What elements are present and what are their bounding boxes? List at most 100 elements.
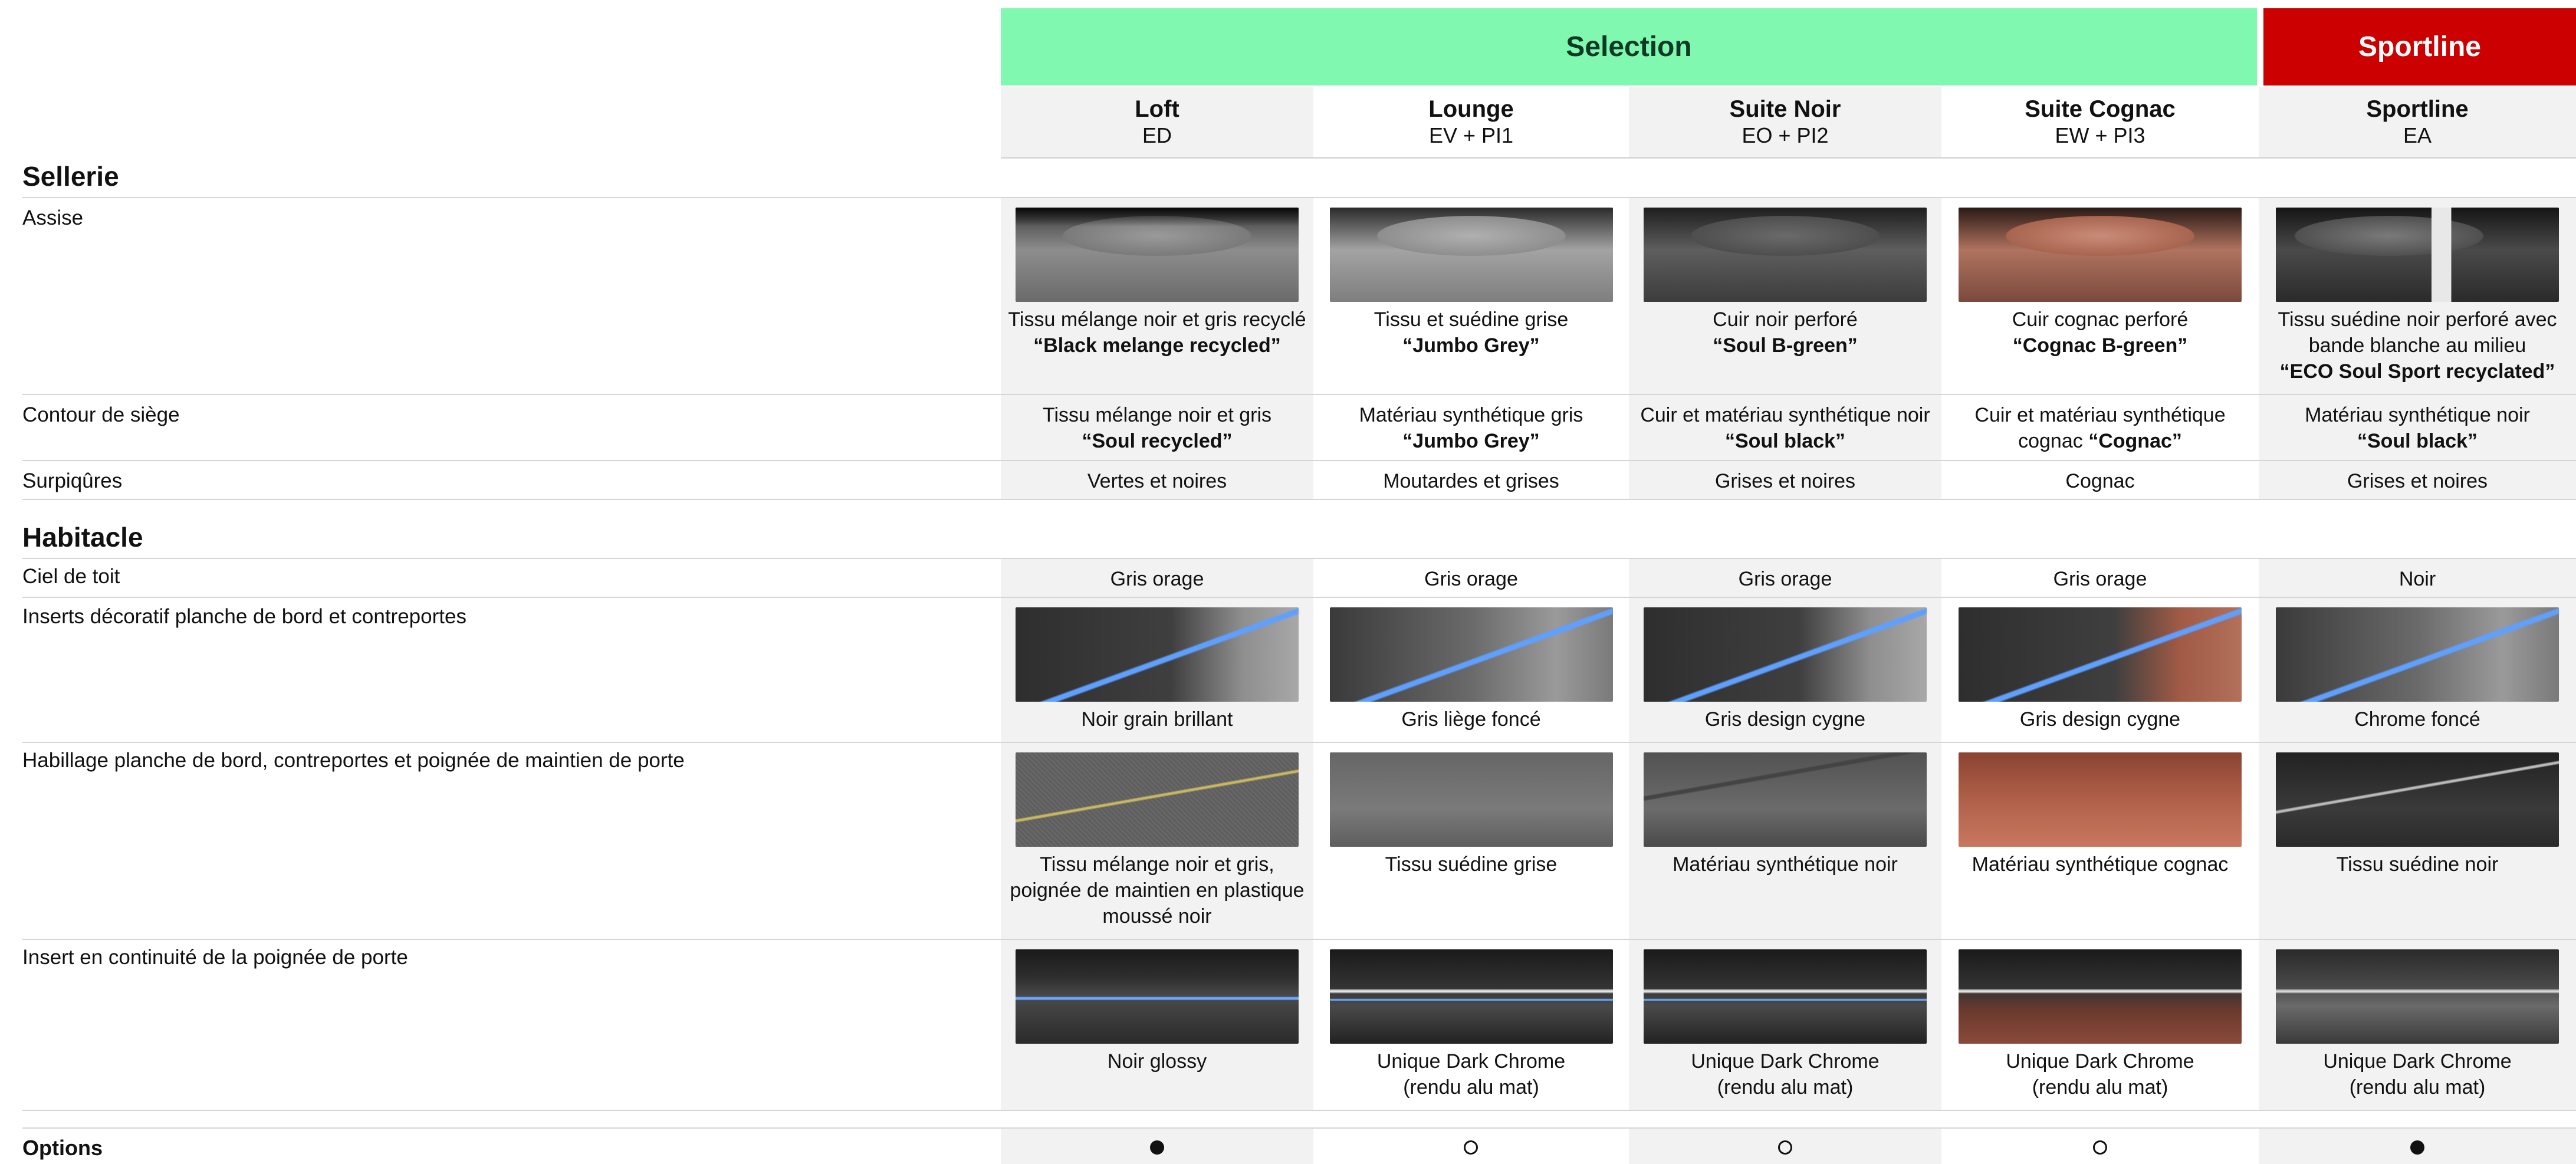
material-name: “ECO Soul Sport recyclated” <box>2279 360 2555 383</box>
door-handle-image <box>1644 949 1927 1044</box>
cell-insert-poignee-loft: Noir glossy <box>1001 949 1313 1074</box>
handle-insert-line2: (rendu alu mat) <box>2349 1076 2486 1099</box>
seat-image <box>2276 208 2559 302</box>
section-gap <box>1001 500 2576 559</box>
row-label-insert-poignee: Insert en continuité de la poignée de po… <box>22 946 408 969</box>
group-banner-sportline: Sportline <box>2263 8 2576 86</box>
trim-code: EA <box>2403 123 2432 147</box>
trim-header-loft: Loft ED <box>1001 87 1313 157</box>
row-divider <box>22 197 2576 198</box>
dashboard-insert-image <box>1959 607 2242 702</box>
material-name: “Black melange recycled” <box>1033 334 1281 357</box>
dashboard-insert-image <box>1016 607 1299 702</box>
cell-assise-sportline: Tissu suédine noir perforé avec bande bl… <box>2259 208 2576 384</box>
cell-inserts-suite-cognac: Gris design cygne <box>1941 607 2259 732</box>
material-name: “Soul B-green” <box>1713 334 1858 357</box>
trim-name: Suite Cognac <box>2025 96 2176 122</box>
stitching-value: Grises et noires <box>1714 470 1856 492</box>
trim-header-sportline: Sportline EA <box>2259 87 2576 157</box>
dashboard-insert-image <box>1329 607 1613 702</box>
trim-material-image <box>1959 752 2242 847</box>
row-label-contour: Contour de siège <box>22 403 180 426</box>
row-label-inserts: Inserts décoratif planche de bord et con… <box>22 605 466 628</box>
door-handle-image <box>2276 949 2559 1044</box>
handle-insert-line1: Noir glossy <box>1107 1050 1207 1073</box>
cell-contour-suite-cognac: Cuir et matériau synthétique cognac “Cog… <box>1941 402 2259 454</box>
cell-ciel-sportline: Noir <box>2259 566 2576 592</box>
section-title-sellerie: Sellerie <box>22 161 119 192</box>
seat-image <box>1959 208 2242 302</box>
row-divider <box>22 394 2576 395</box>
trim-name: Sportline <box>2366 96 2469 122</box>
trim-material-value: Tissu mélange noir et gris, poignée de m… <box>1010 853 1305 928</box>
row-label-ciel: Ciel de toit <box>22 565 120 588</box>
row-label-habillage: Habillage planche de bord, contreportes … <box>22 749 685 772</box>
insert-value: Noir grain brillant <box>1081 708 1233 731</box>
cell-inserts-sportline: Chrome foncé <box>2259 607 2576 732</box>
cell-habillage-suite-noir: Matériau synthétique noir <box>1629 752 1941 877</box>
row-divider <box>22 460 2576 461</box>
cell-surpiqures-suite-noir: Grises et noires <box>1629 468 1941 494</box>
trim-material-value: Matériau synthétique cognac <box>1972 853 2229 876</box>
handle-insert-line1: Unique Dark Chrome <box>2006 1050 2194 1073</box>
cell-ciel-suite-noir: Gris orage <box>1629 566 1941 592</box>
cell-insert-poignee-lounge: Unique Dark Chrome (rendu alu mat) <box>1313 949 1629 1100</box>
material-desc: Tissu mélange noir et gris recyclé <box>1008 308 1306 331</box>
handle-insert-line2: (rendu alu mat) <box>1717 1076 1854 1099</box>
dashboard-insert-image <box>2276 607 2559 702</box>
material-desc: Matériau synthétique gris <box>1359 404 1583 426</box>
cell-insert-poignee-sportline: Unique Dark Chrome (rendu alu mat) <box>2259 949 2576 1100</box>
cell-inserts-lounge: Gris liège foncé <box>1313 607 1629 732</box>
header-divider <box>1001 157 2576 159</box>
material-desc: Cuir et matériau synthétique cognac “Cog… <box>1953 402 2248 454</box>
row-divider <box>22 597 2576 598</box>
material-desc: Tissu mélange noir et gris <box>1042 404 1271 426</box>
option-standard-dot <box>2410 1140 2424 1155</box>
door-handle-image <box>1959 949 2242 1044</box>
handle-insert-line1: Unique Dark Chrome <box>1376 1050 1566 1073</box>
material-desc: Cuir cognac perforé <box>2012 308 2189 331</box>
row-divider <box>22 1127 2576 1129</box>
cell-assise-lounge: Tissu et suédine grise “Jumbo Grey” <box>1313 208 1629 359</box>
row-divider <box>22 742 2576 743</box>
cell-ciel-suite-cognac: Gris orage <box>1941 566 2259 592</box>
door-handle-image <box>1329 949 1613 1044</box>
insert-value: Chrome foncé <box>2354 708 2480 731</box>
door-handle-image <box>1016 949 1299 1044</box>
headliner-value: Gris orage <box>1424 568 1518 590</box>
dashboard-insert-image <box>1644 607 1927 702</box>
seat-image <box>1016 208 1299 302</box>
cell-habillage-lounge: Tissu suédine grise <box>1313 752 1629 877</box>
option-optional-dot <box>1464 1140 1478 1155</box>
cell-assise-loft: Tissu mélange noir et gris recyclé “Blac… <box>1001 208 1313 359</box>
trim-material-image <box>2276 752 2559 847</box>
options-gap <box>1001 1111 2576 1127</box>
cell-contour-suite-noir: Cuir et matériau synthétique noir “Soul … <box>1629 402 1941 454</box>
material-desc: Tissu suédine noir perforé avec bande bl… <box>2278 308 2557 357</box>
trim-name: Lounge <box>1428 96 1514 122</box>
cell-assise-suite-noir: Cuir noir perforé “Soul B-green” <box>1629 208 1941 359</box>
cell-habillage-loft: Tissu mélange noir et gris, poignée de m… <box>1001 752 1313 929</box>
cell-contour-loft: Tissu mélange noir et gris “Soul recycle… <box>1001 402 1313 454</box>
cell-ciel-lounge: Gris orage <box>1313 566 1629 592</box>
material-name: “Soul recycled” <box>1082 430 1233 452</box>
cell-surpiqures-lounge: Moutardes et grises <box>1313 468 1629 494</box>
trim-code: EO + PI2 <box>1742 123 1829 147</box>
material-name: “Soul black” <box>1724 430 1846 452</box>
trim-material-image <box>1644 752 1927 847</box>
trim-material-value: Tissu suédine noir <box>2336 853 2499 876</box>
trim-code: EW + PI3 <box>2055 123 2145 147</box>
material-desc: Matériau synthétique noir <box>2305 404 2530 426</box>
option-standard-dot <box>1150 1140 1164 1155</box>
trim-material-value: Tissu suédine grise <box>1385 853 1558 876</box>
material-name: “Jumbo Grey” <box>1402 430 1540 452</box>
handle-insert-line2: (rendu alu mat) <box>2032 1076 2168 1099</box>
trim-material-image <box>1016 752 1299 847</box>
seat-image <box>1644 208 1927 302</box>
insert-value: Gris liège foncé <box>1401 708 1541 731</box>
material-name: “Cognac” <box>2088 430 2182 452</box>
trim-material-value: Matériau synthétique noir <box>1673 853 1898 876</box>
cell-inserts-loft: Noir grain brillant <box>1001 607 1313 732</box>
row-divider <box>22 558 2576 559</box>
cell-habillage-sportline: Tissu suédine noir <box>2259 752 2576 877</box>
